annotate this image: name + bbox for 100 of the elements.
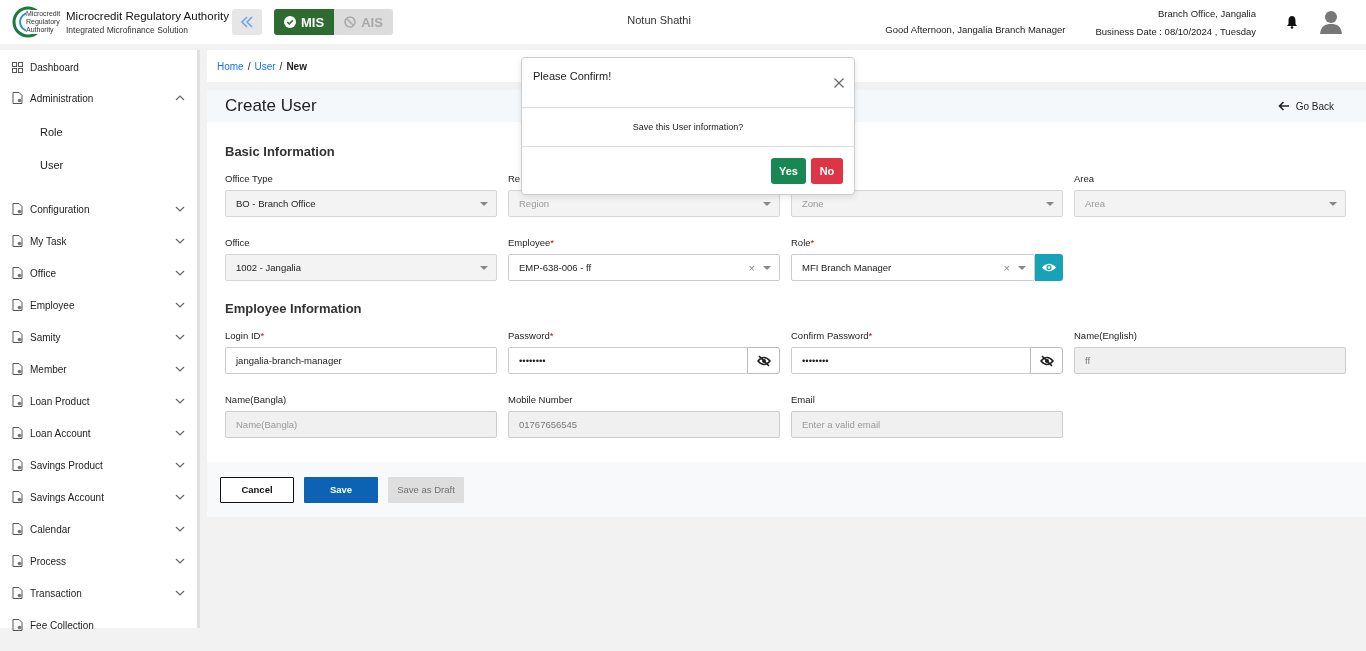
grid-icon xyxy=(12,62,23,73)
eye-icon xyxy=(1041,262,1057,273)
section-title: Basic Information xyxy=(225,144,336,159)
field-label: Name(English) xyxy=(1074,330,1138,342)
field-label: Name(Bangla) xyxy=(225,394,288,406)
sidebar-item[interactable]: Calendar xyxy=(0,513,197,545)
greeting-text: Good Afternoon, Jangalia Branch Manager xyxy=(885,24,1066,35)
select-field[interactable]: MFI Branch Manager × xyxy=(791,254,1035,281)
action-button[interactable]: Cancel xyxy=(220,476,294,503)
document-icon xyxy=(12,92,23,104)
caret-icon xyxy=(1018,265,1026,270)
eye-slash-icon xyxy=(756,354,771,367)
field-label: Office Type xyxy=(225,173,274,185)
password-field[interactable]: •••••••• xyxy=(508,347,748,374)
field-label: Password* xyxy=(508,330,555,342)
document-icon xyxy=(12,363,23,375)
sidebar-subitem[interactable]: User xyxy=(0,149,197,181)
field-label: Role* xyxy=(791,237,816,249)
eye-slash-icon xyxy=(1039,354,1054,367)
sidebar-item[interactable]: Samity xyxy=(0,321,197,353)
chevron-up-icon xyxy=(175,95,185,101)
clear-icon[interactable]: × xyxy=(1003,261,1010,274)
field-label: Office xyxy=(225,237,251,249)
caret-icon xyxy=(763,265,771,270)
document-icon xyxy=(12,459,23,471)
sidebar-item[interactable]: Administration xyxy=(0,82,197,114)
document-icon xyxy=(12,235,23,247)
arrow-left-icon xyxy=(1277,101,1290,111)
field-label: Email xyxy=(791,394,816,406)
no-button[interactable]: No xyxy=(811,158,843,184)
chevron-down-icon xyxy=(175,270,185,276)
close-button[interactable] xyxy=(834,78,844,88)
prohibited-icon xyxy=(344,16,357,28)
sidebar-item[interactable]: Employee xyxy=(0,289,197,321)
sidebar-item[interactable]: Member xyxy=(0,353,197,385)
field-label: Confirm Password* xyxy=(791,330,874,342)
sidebar-item[interactable]: Loan Account xyxy=(0,417,197,449)
dialog-title: Please Confirm! xyxy=(533,70,612,82)
sidebar-item[interactable]: Process xyxy=(0,545,197,577)
caret-icon xyxy=(763,201,771,206)
document-icon xyxy=(12,523,23,535)
chevron-down-icon xyxy=(175,366,185,372)
dialog-message: Save this User information? xyxy=(522,108,854,147)
chevron-down-icon xyxy=(175,558,185,564)
view-button[interactable] xyxy=(1035,254,1063,281)
document-icon xyxy=(12,587,23,599)
field-label: Mobile Number xyxy=(508,394,574,406)
input-field[interactable]: jangalia-branch-manager xyxy=(225,347,497,374)
toggle-visibility-button[interactable] xyxy=(747,347,780,374)
module-tab[interactable]: MIS xyxy=(274,9,335,35)
sidebar-item[interactable]: Transaction xyxy=(0,577,197,609)
document-icon xyxy=(12,427,23,439)
go-back-button[interactable]: Go Back xyxy=(1277,100,1334,112)
yes-button[interactable]: Yes xyxy=(771,158,806,184)
action-button[interactable]: Save xyxy=(304,476,378,503)
sidebar-item[interactable]: Configuration xyxy=(0,193,197,225)
sidebar-subitem[interactable]: Role xyxy=(0,114,197,149)
caret-icon xyxy=(480,265,488,270)
document-icon xyxy=(12,267,23,279)
document-icon xyxy=(12,203,23,215)
chevron-down-icon xyxy=(175,462,185,468)
chevron-down-icon xyxy=(175,526,185,532)
breadcrumb-link[interactable]: Home xyxy=(217,60,244,72)
chevron-down-icon xyxy=(175,398,185,404)
close-icon xyxy=(834,78,844,88)
password-field[interactable]: •••••••• xyxy=(791,347,1031,374)
check-circle-icon xyxy=(284,16,296,28)
sidebar-item[interactable]: My Task xyxy=(0,225,197,257)
breadcrumb-separator: / xyxy=(247,60,251,72)
document-icon xyxy=(12,331,23,343)
caret-icon xyxy=(1046,201,1054,206)
field-label: Login ID* xyxy=(225,330,266,342)
select-field[interactable]: EMP-638-006 - ff × xyxy=(508,254,780,281)
chevron-down-icon xyxy=(175,590,185,596)
sidebar-item[interactable]: Fee Collection xyxy=(0,609,197,641)
sidebar-item[interactable]: Loan Product xyxy=(0,385,197,417)
avatar-icon[interactable] xyxy=(1320,10,1342,34)
chevron-down-icon xyxy=(175,430,185,436)
breadcrumb-link[interactable]: User xyxy=(254,60,276,72)
sidebar-item[interactable]: Savings Account xyxy=(0,481,197,513)
app-name: Notun Shathi xyxy=(626,14,692,26)
field-label: Re xyxy=(508,173,522,185)
breadcrumb-separator: / xyxy=(279,60,283,72)
chevron-down-icon xyxy=(175,494,185,500)
page-title: Create User xyxy=(225,96,317,116)
chevron-down-icon xyxy=(175,302,185,308)
business-date: Business Date : 08/10/2024 , Tuesday xyxy=(1095,25,1256,37)
document-icon xyxy=(12,299,23,311)
sidebar-item[interactable]: Savings Product xyxy=(0,449,197,481)
toggle-visibility-button[interactable] xyxy=(1030,347,1063,374)
caret-icon xyxy=(480,201,488,206)
chevron-down-icon xyxy=(175,206,185,212)
sidebar-item[interactable]: Office xyxy=(0,257,197,289)
sidebar-item[interactable]: Dashboard xyxy=(0,53,197,82)
chevron-down-icon xyxy=(175,238,185,244)
document-icon xyxy=(12,619,23,631)
clear-icon[interactable]: × xyxy=(748,261,755,274)
document-icon xyxy=(12,395,23,407)
bell-icon[interactable] xyxy=(1286,15,1298,29)
section-title: Employee Information xyxy=(225,301,363,316)
